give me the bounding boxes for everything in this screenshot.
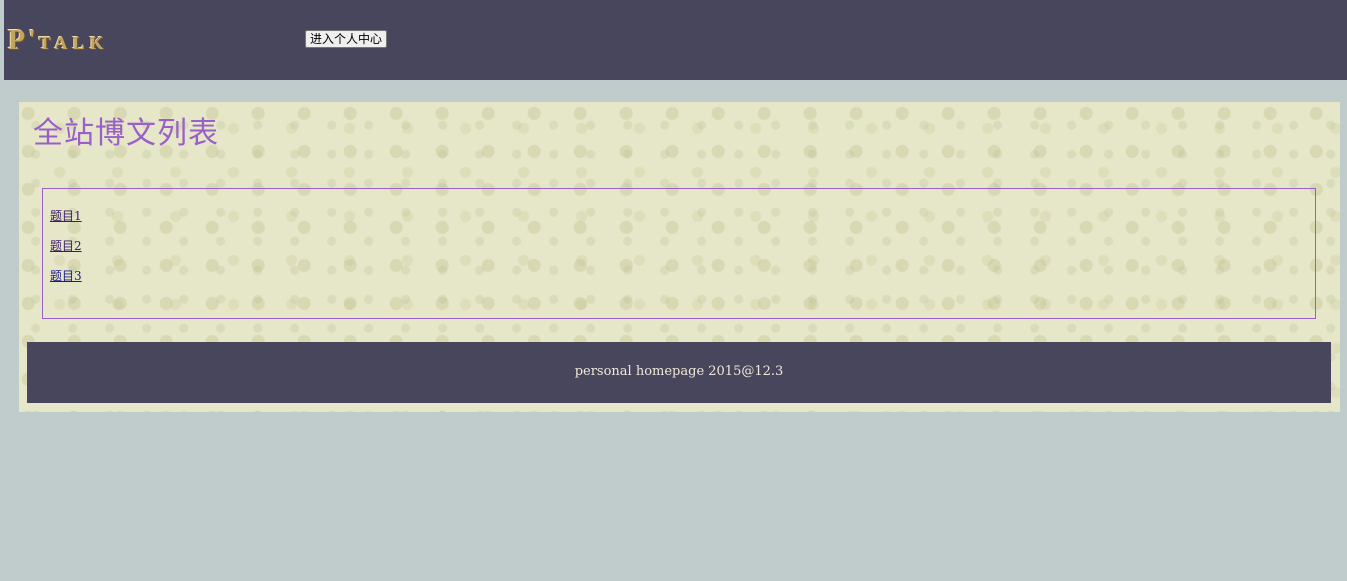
post-list: 题目1 题目2 题目3 [42, 188, 1316, 319]
page-title: 全站博文列表 [33, 116, 219, 151]
site-header: P'TALK 进入个人中心 [4, 0, 1347, 80]
logo-text: P' [8, 25, 39, 56]
enter-personal-center-button[interactable]: 进入个人中心 [305, 30, 388, 48]
main-content: 全站博文列表 题目1 题目2 题目3 personal homepage 201… [19, 102, 1340, 412]
footer-text: personal homepage 2015@12.3 [574, 364, 784, 379]
post-link[interactable]: 题目3 [50, 269, 82, 283]
logo-text-small: TALK [38, 33, 109, 53]
site-footer: personal homepage 2015@12.3 [27, 342, 1331, 403]
post-link[interactable]: 题目2 [50, 239, 82, 253]
site-logo: P'TALK [8, 26, 109, 58]
post-link[interactable]: 题目1 [50, 209, 82, 223]
